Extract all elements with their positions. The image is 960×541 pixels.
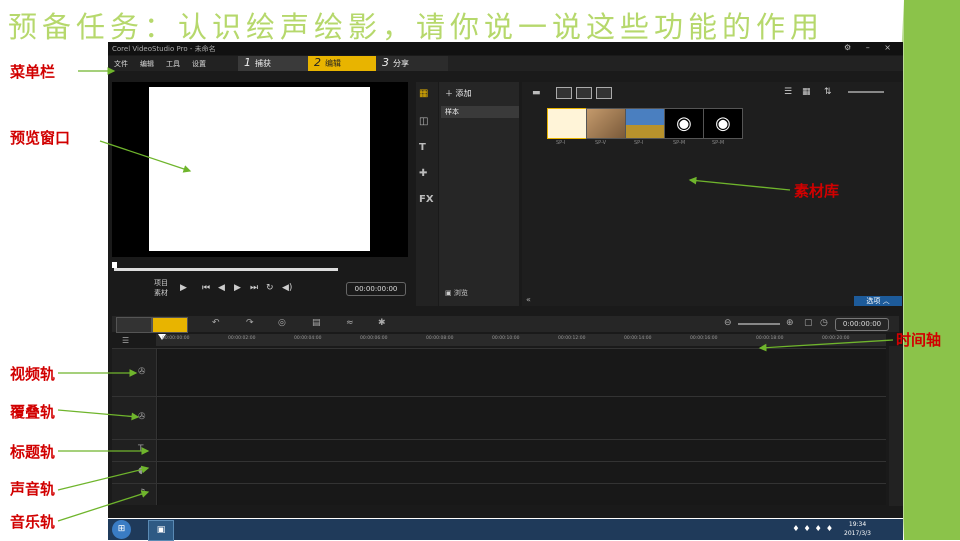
arrow-voice-track <box>57 465 150 491</box>
arrow-timeline <box>758 339 894 352</box>
arrow-preview <box>99 140 192 173</box>
arrow-library <box>688 176 791 191</box>
arrow-overlay-track <box>57 409 140 421</box>
arrow-music-track <box>57 490 150 522</box>
annotation-arrows <box>57 67 894 522</box>
